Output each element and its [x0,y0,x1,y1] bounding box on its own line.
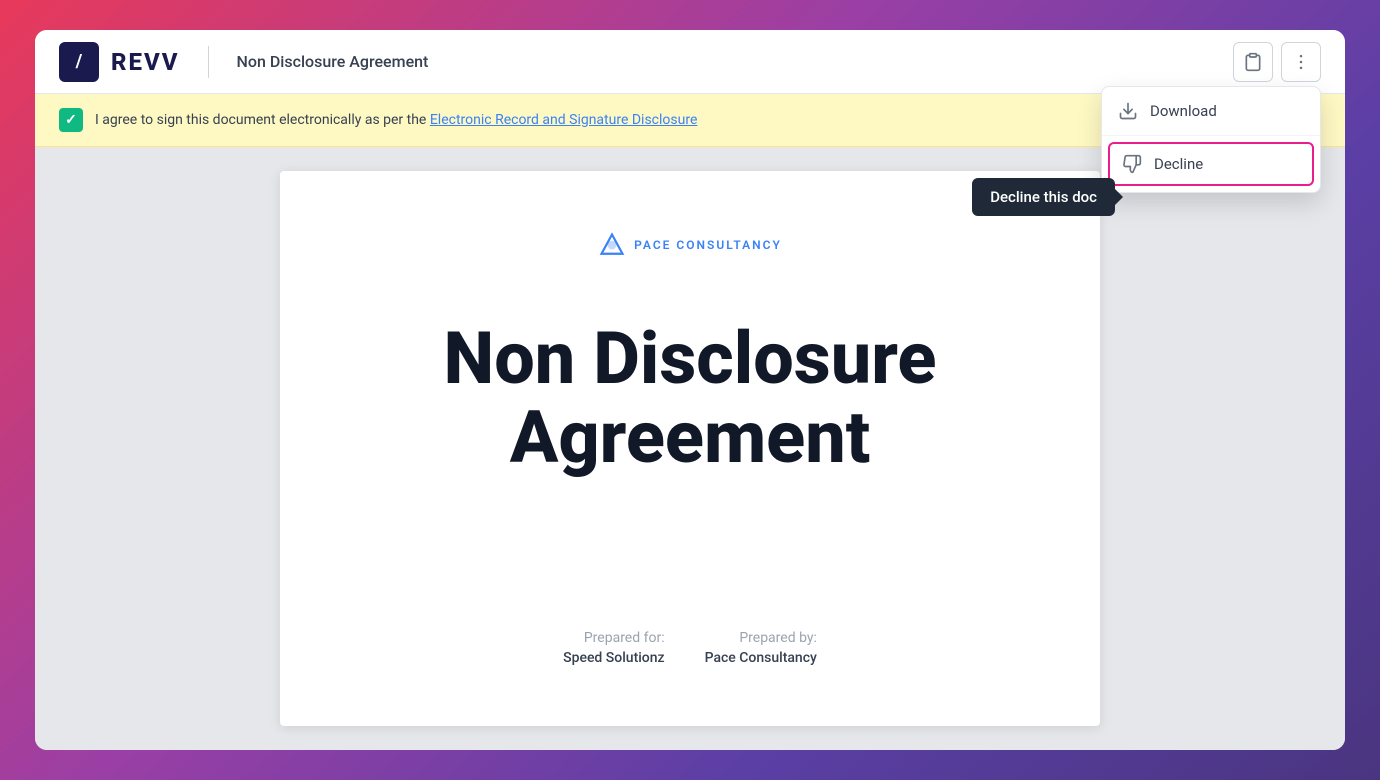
clipboard-icon [1243,52,1263,72]
document-page: PACE CONSULTANCY Non Disclosure Agreemen… [280,171,1100,726]
download-icon [1118,101,1138,121]
header: / REVV Non Disclosure Agreement [35,30,1345,94]
clipboard-button[interactable] [1233,42,1273,82]
prepared-by-label: Prepared by: [705,630,817,646]
consent-checkbox[interactable] [59,108,83,132]
disclosure-link[interactable]: Electronic Record and Signature Disclosu… [430,112,698,128]
revv-logo-text: REVV [111,48,180,76]
doc-meta: Prepared for: Speed Solutionz Prepared b… [563,630,817,666]
decline-menu-item[interactable]: Decline [1108,142,1314,186]
prepared-for-value: Speed Solutionz [563,650,665,666]
thumbs-down-icon [1122,154,1142,174]
more-vertical-icon [1291,52,1311,72]
prepared-for: Prepared for: Speed Solutionz [563,630,665,666]
company-name: PACE CONSULTANCY [634,238,782,252]
prepared-by: Prepared by: Pace Consultancy [705,630,817,666]
download-menu-item[interactable]: Download [1102,87,1320,136]
document-main-title: Non Disclosure Agreement [444,319,937,477]
header-actions [1233,42,1321,82]
decline-tooltip: Decline this doc [972,178,1115,216]
prepared-by-value: Pace Consultancy [705,650,817,666]
more-options-button[interactable] [1281,42,1321,82]
consent-text: I agree to sign this document electronic… [95,112,697,128]
dropdown-menu: Download Decline [1101,86,1321,193]
prepared-for-label: Prepared for: [563,630,665,646]
doc-area: PACE CONSULTANCY Non Disclosure Agreemen… [35,147,1345,750]
main-container: / REVV Non Disclosure Agreement [35,30,1345,750]
company-logo-area: PACE CONSULTANCY [598,231,782,259]
logo-area: / REVV Non Disclosure Agreement [59,42,428,82]
pace-consultancy-logo-icon [598,231,626,259]
decline-label: Decline [1154,155,1203,173]
revv-logo-icon: / [59,42,99,82]
document-title: Non Disclosure Agreement [237,52,429,71]
header-divider [208,46,209,78]
download-label: Download [1150,102,1217,120]
